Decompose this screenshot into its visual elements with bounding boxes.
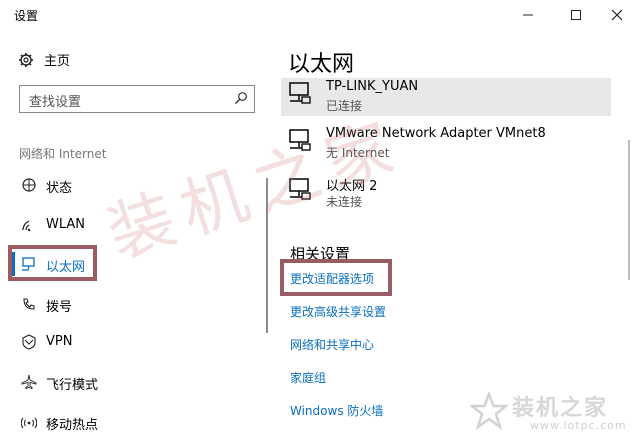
- title-bar: 设置: [0, 0, 640, 30]
- link-homegroup[interactable]: 家庭组: [290, 369, 326, 386]
- content-scrollbar[interactable]: [628, 140, 630, 280]
- maximize-icon: [571, 10, 581, 20]
- close-icon: [611, 9, 623, 21]
- home-link[interactable]: 主页: [18, 50, 70, 69]
- adapter-name: TP-LINK_YUAN: [326, 79, 419, 94]
- window-title: 设置: [14, 9, 39, 23]
- search-placeholder: 查找设置: [29, 95, 82, 110]
- sidebar-item-label: 拨号: [46, 300, 73, 315]
- page-title: 以太网: [288, 52, 355, 77]
- sidebar-item-label: 飞行模式: [46, 378, 99, 393]
- sidebar-item-label: WLAN: [46, 217, 86, 232]
- logo-url: www.lotpc.com: [530, 419, 627, 432]
- wifi-icon: [20, 216, 38, 234]
- watermark: 装机之家: [98, 106, 412, 274]
- logo-text: 装机之家: [512, 396, 609, 421]
- maximize-button[interactable]: [557, 0, 595, 30]
- highlight-box: [8, 245, 97, 281]
- home-label: 主页: [44, 54, 71, 69]
- airplane-icon: [20, 373, 38, 391]
- hotspot-icon: [20, 413, 38, 431]
- close-button[interactable]: [598, 0, 636, 30]
- section-label: 网络和 Internet: [19, 147, 107, 161]
- search-icon: [235, 92, 247, 104]
- sidebar-item-dialup[interactable]: 拨号: [0, 285, 250, 323]
- dialup-icon: [20, 295, 38, 313]
- site-logo: 装机之家 www.lotpc.com: [470, 388, 638, 438]
- link-windows-firewall[interactable]: Windows 防火墙: [290, 402, 383, 419]
- highlight-box: [280, 259, 392, 296]
- minimize-icon: [523, 14, 533, 16]
- ethernet-adapter-icon: [289, 82, 311, 104]
- minimize-button[interactable]: [509, 0, 547, 30]
- vpn-icon: [20, 333, 38, 351]
- link-network-sharing-center[interactable]: 网络和共享中心: [290, 336, 374, 353]
- star-logo-icon: [470, 392, 508, 430]
- sidebar-item-airplane[interactable]: 飞行模式: [0, 363, 250, 401]
- sidebar-item-hotspot[interactable]: 移动热点: [0, 403, 250, 441]
- sidebar-item-label: 移动热点: [46, 418, 99, 433]
- link-advanced-sharing[interactable]: 更改高级共享设置: [290, 303, 386, 320]
- status-icon: [20, 176, 38, 194]
- sidebar-item-label: VPN: [46, 334, 73, 349]
- sidebar-item-vpn[interactable]: VPN: [0, 323, 250, 361]
- search-input[interactable]: 查找设置: [19, 85, 255, 113]
- gear-icon: [19, 52, 33, 67]
- sidebar-item-label: 状态: [46, 181, 73, 196]
